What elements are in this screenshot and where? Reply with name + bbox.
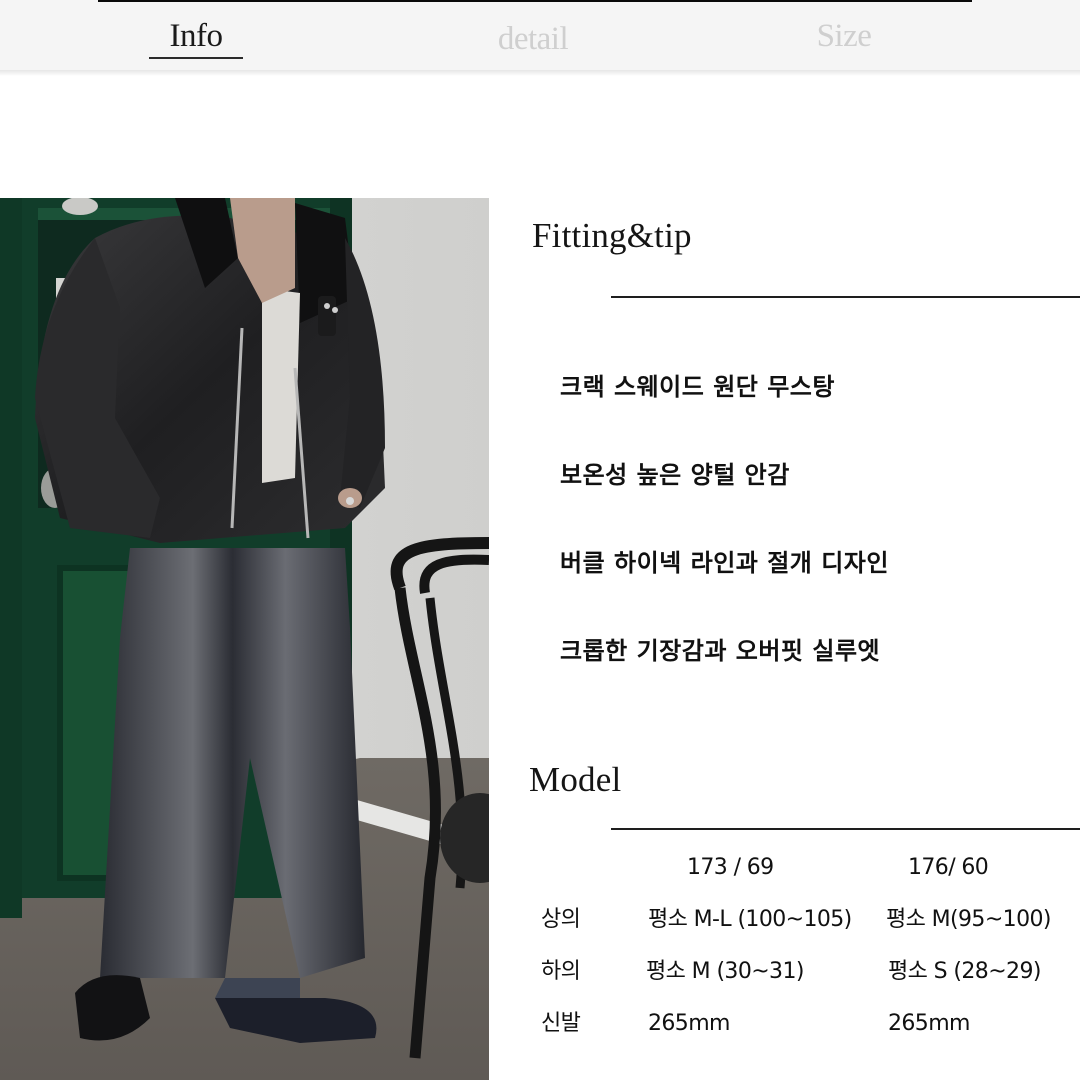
tab-bar-shadow xyxy=(0,70,1080,76)
fitting-tip: 크롭한 기장감과 오버핏 실루엣 xyxy=(560,637,881,665)
model-column-header: 173 / 69 xyxy=(687,855,774,880)
top-divider xyxy=(98,0,972,2)
row-value: 평소 S (28~29) xyxy=(888,959,1041,984)
model-divider xyxy=(611,828,1080,830)
tab-size[interactable]: Size xyxy=(800,14,888,62)
photo-illustration xyxy=(0,198,489,1080)
tab-detail[interactable]: detail xyxy=(472,17,594,65)
fitting-title: Fitting&tip xyxy=(532,216,692,255)
row-value: 평소 M(95~100) xyxy=(886,907,1051,932)
model-title: Model xyxy=(529,760,622,799)
row-value: 265mm xyxy=(888,1011,970,1036)
model-column-header: 176/ 60 xyxy=(908,855,989,880)
fitting-tip: 크랙 스웨이드 원단 무스탕 xyxy=(560,373,835,401)
row-value: 평소 M-L (100~105) xyxy=(648,907,852,932)
fitting-divider xyxy=(611,296,1080,298)
row-value: 265mm xyxy=(648,1011,730,1036)
row-label: 신발 xyxy=(541,1011,581,1036)
fitting-tip: 보온성 높은 양털 안감 xyxy=(560,461,790,489)
row-label: 상의 xyxy=(541,907,581,932)
row-value: 평소 M (30~31) xyxy=(646,959,804,984)
product-photo xyxy=(0,198,489,1080)
active-tab-indicator xyxy=(149,57,243,59)
row-label: 하의 xyxy=(541,959,581,984)
tab-info[interactable]: Info xyxy=(149,14,243,62)
tab-bar: Info detail Size xyxy=(0,0,1080,70)
fitting-tip: 버클 하이넥 라인과 절개 디자인 xyxy=(560,549,889,577)
